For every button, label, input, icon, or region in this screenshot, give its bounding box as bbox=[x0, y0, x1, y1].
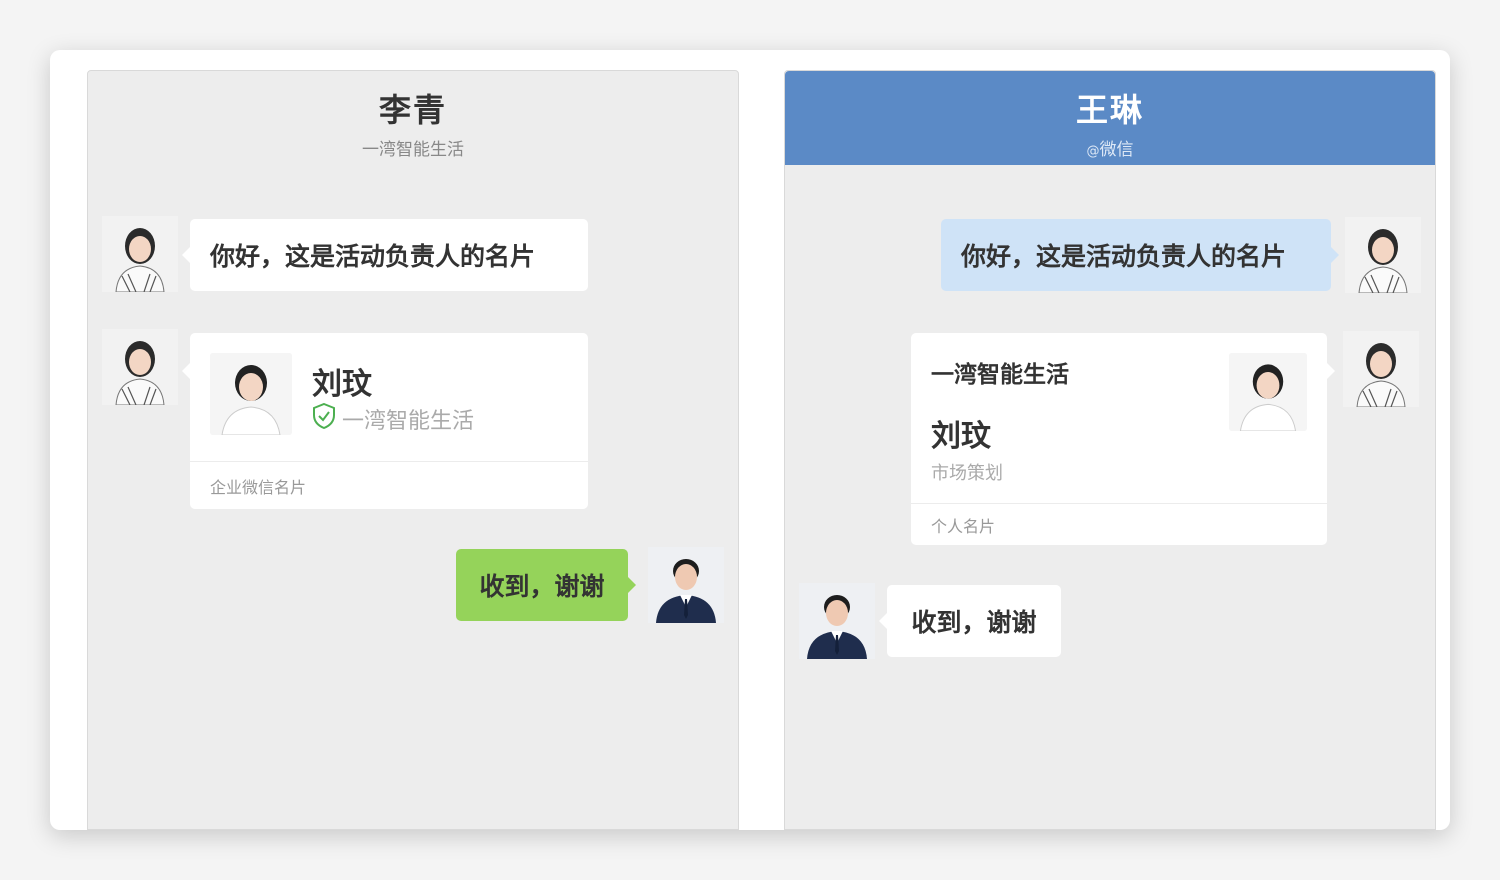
message-bubble[interactable]: 你好，这是活动负责人的名片 bbox=[182, 219, 588, 291]
card-photo bbox=[210, 353, 292, 435]
contact-name: 王琳 bbox=[1075, 91, 1144, 129]
at-symbol: @ bbox=[1086, 144, 1100, 159]
avatar-male[interactable] bbox=[648, 547, 724, 623]
message-bubble[interactable]: 收到，谢谢 bbox=[879, 585, 1061, 657]
card-name: 刘玟 bbox=[931, 419, 991, 454]
message-text: 你好，这是活动负责人的名片 bbox=[961, 242, 1287, 271]
avatar-female[interactable] bbox=[102, 329, 178, 405]
business-card-message[interactable]: 刘玟 一湾智能生活 企业微信名片 bbox=[182, 333, 588, 509]
business-card-message[interactable]: 一湾智能生活 刘玟 市场策划 个人名片 bbox=[911, 333, 1335, 545]
comparison-card: 李青 一湾智能生活 你好，这是活动负责人的名片 刘玟 一湾智能生活 企业微信名片 bbox=[50, 50, 1450, 830]
avatar-male[interactable] bbox=[799, 583, 875, 659]
card-type-label: 个人名片 bbox=[911, 503, 1327, 545]
message-text: 你好，这是活动负责人的名片 bbox=[210, 242, 536, 271]
card-company: 一湾智能生活 bbox=[931, 362, 1069, 388]
message-text: 收到，谢谢 bbox=[911, 608, 1037, 637]
message-text: 收到，谢谢 bbox=[479, 572, 605, 601]
card-company: 一湾智能生活 bbox=[312, 402, 475, 435]
message-bubble[interactable]: 你好，这是活动负责人的名片 bbox=[941, 219, 1339, 291]
message-bubble[interactable]: 收到，谢谢 bbox=[456, 549, 636, 621]
card-photo bbox=[1229, 353, 1307, 431]
chat-header: 李青 一湾智能生活 bbox=[88, 71, 738, 165]
wecom-chat-panel: 李青 一湾智能生活 你好，这是活动负责人的名片 刘玟 一湾智能生活 企业微信名片 bbox=[87, 70, 739, 830]
avatar-female[interactable] bbox=[102, 216, 178, 292]
card-type-label: 企业微信名片 bbox=[190, 461, 588, 509]
avatar-female[interactable] bbox=[1345, 217, 1421, 293]
card-company-text: 一湾智能生活 bbox=[342, 409, 475, 434]
card-title: 市场策划 bbox=[931, 463, 1003, 484]
contact-source: @微信 bbox=[785, 135, 1435, 160]
card-name: 刘玟 bbox=[312, 367, 372, 402]
contact-company: 一湾智能生活 bbox=[362, 140, 464, 160]
chat-header: 王琳 @微信 bbox=[785, 71, 1435, 165]
contact-name: 李青 bbox=[378, 91, 447, 129]
shield-check-icon bbox=[312, 402, 336, 435]
wechat-chat-panel: 王琳 @微信 你好，这是活动负责人的名片 一湾智能生活 刘玟 市场策划 个人名片… bbox=[784, 70, 1436, 830]
avatar-female[interactable] bbox=[1343, 331, 1419, 407]
contact-source-text: 微信 bbox=[1099, 140, 1134, 160]
